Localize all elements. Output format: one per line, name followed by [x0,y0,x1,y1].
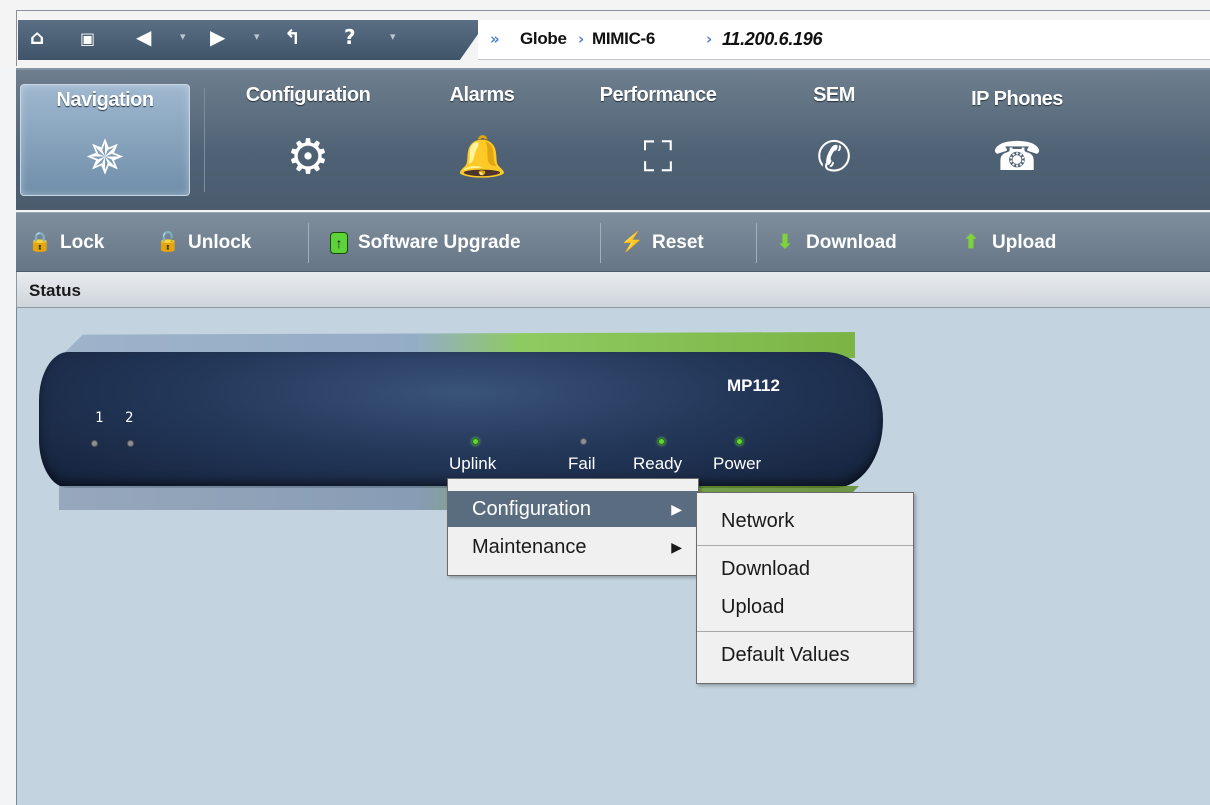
tab-performance[interactable]: Performance ⛶ [576,84,740,196]
action-toolbar: 🔒 Lock 🔓 Unlock ↑ Software Upgrade ⚡ Reset ⬇… [16,212,1210,272]
breadcrumb-item-mimic[interactable]: MIMIC-6 [592,29,655,49]
unlock-label: Unlock [188,232,252,253]
tab-alarms-label: Alarms [449,84,515,106]
reset-button[interactable]: ⚡ Reset [620,231,704,255]
up-level-icon[interactable]: ↰ [284,26,301,48]
gear-icon: ⚙ [286,129,330,185]
menu-item-configuration[interactable]: Configuration ▶ [448,491,698,527]
unlock-icon: 🔓 [156,232,180,253]
tab-ip-phones-label: IP Phones [971,88,1063,110]
tab-configuration-label: Configuration [245,84,371,106]
upload-button[interactable]: ⬆ Upload [960,231,1056,255]
tab-ip-phones[interactable]: IP Phones ☎ [944,88,1090,200]
unlock-button[interactable]: 🔓 Unlock [156,231,251,255]
back-dropdown-icon[interactable]: ▾ [180,30,186,43]
bell-icon: 🔔 [457,134,507,180]
desk-phone-icon: ☎ [992,134,1042,180]
menu-separator [697,545,913,546]
submenu-item-download[interactable]: Download [697,551,913,587]
configuration-submenu: Network Download Upload Default Values [696,492,914,684]
software-upgrade-button[interactable]: ↑ Software Upgrade [330,231,521,255]
lock-icon: 🔒 [28,232,52,253]
submenu-item-default-values[interactable]: Default Values [697,637,913,673]
port-2-led[interactable] [127,440,134,447]
menu-separator [697,631,913,632]
forward-dropdown-icon[interactable]: ▾ [254,30,260,43]
toolbar-divider [756,223,757,263]
submenu-item-upload[interactable]: Upload [697,589,913,625]
upload-label: Upload [992,232,1057,253]
breadcrumb-separator-icon: › [706,30,713,48]
download-box-icon: ⬇ [777,232,793,253]
submenu-arrow-icon: ▶ [671,501,682,517]
breadcrumb-item-ip[interactable]: 11.200.6.196 [722,29,822,50]
port-1-led[interactable] [91,440,98,447]
tab-alarms[interactable]: Alarms 🔔 [430,84,534,196]
device-model-label: MP112 [727,376,780,395]
tab-performance-label: Performance [599,84,717,106]
home-icon[interactable]: ⌂ [30,26,44,48]
software-upgrade-label: Software Upgrade [358,232,521,253]
port-number: 2 [125,410,134,426]
submenu-arrow-icon: ▶ [671,539,682,555]
nav-divider [204,88,205,192]
menu-item-maintenance-label: Maintenance [472,536,587,558]
port-number: 1 [95,410,104,426]
main-nav: Navigation ✵ Configuration ⚙ Alarms 🔔 Pe… [16,68,1210,210]
chart-icon: ⛶ [643,132,673,181]
reset-label: Reset [652,232,704,253]
power-led[interactable] [736,438,743,445]
globe-folder-icon[interactable]: ▣ [80,28,95,50]
tab-navigation[interactable]: Navigation ✵ [20,84,190,196]
fail-label: Fail [568,454,596,473]
compass-star-icon: ✵ [84,130,126,186]
tab-sem[interactable]: SEM ✆ [792,84,876,196]
submenu-item-network[interactable]: Network [697,503,913,539]
lock-label: Lock [60,232,105,253]
upload-box-icon: ⬆ [963,232,979,253]
breadcrumb-item-globe[interactable]: Globe [520,29,567,49]
breadcrumb: » Globe › MIMIC-6 › 11.200.6.196 [478,20,1210,60]
breadcrumb-separator-icon: › [578,30,585,48]
help-dropdown-icon[interactable]: ▾ [390,30,396,43]
status-panel: MP112 1 2 Uplink Fail Ready Power Config… [16,308,1210,805]
uplink-label: Uplink [449,454,497,473]
download-label: Download [806,232,897,253]
ready-label: Ready [633,454,683,473]
status-title: Status [29,281,81,300]
address-bar: ⌂ ▣ ◀ ▾ ▶ ▾ ↰ ? ▾ » Globe › MIMIC-6 › 11… [0,0,1210,68]
download-button[interactable]: ⬇ Download [774,231,897,255]
power-label: Power [713,454,762,473]
status-header: Status [16,272,1210,308]
tab-sem-label: SEM [813,84,855,106]
forward-icon[interactable]: ▶ [210,26,225,48]
lock-button[interactable]: 🔒 Lock [28,231,104,255]
tab-navigation-label: Navigation [56,89,154,111]
back-icon[interactable]: ◀ [136,26,151,48]
menu-item-configuration-label: Configuration [472,498,591,520]
lightning-icon: ⚡ [620,232,644,253]
upgrade-icon: ↑ [330,232,348,254]
uplink-led[interactable] [472,438,479,445]
context-menu: Configuration ▶ Maintenance ▶ [447,478,699,576]
toolbar-divider [600,223,601,263]
toolbar-divider [308,223,309,263]
breadcrumb-separator-icon: » [490,30,500,48]
ready-led[interactable] [658,438,665,445]
phone-handset-icon: ✆ [816,132,852,181]
menu-item-maintenance[interactable]: Maintenance ▶ [448,529,698,565]
fail-led[interactable] [580,438,587,445]
help-icon[interactable]: ? [344,26,356,48]
tab-configuration[interactable]: Configuration ⚙ [228,84,388,196]
